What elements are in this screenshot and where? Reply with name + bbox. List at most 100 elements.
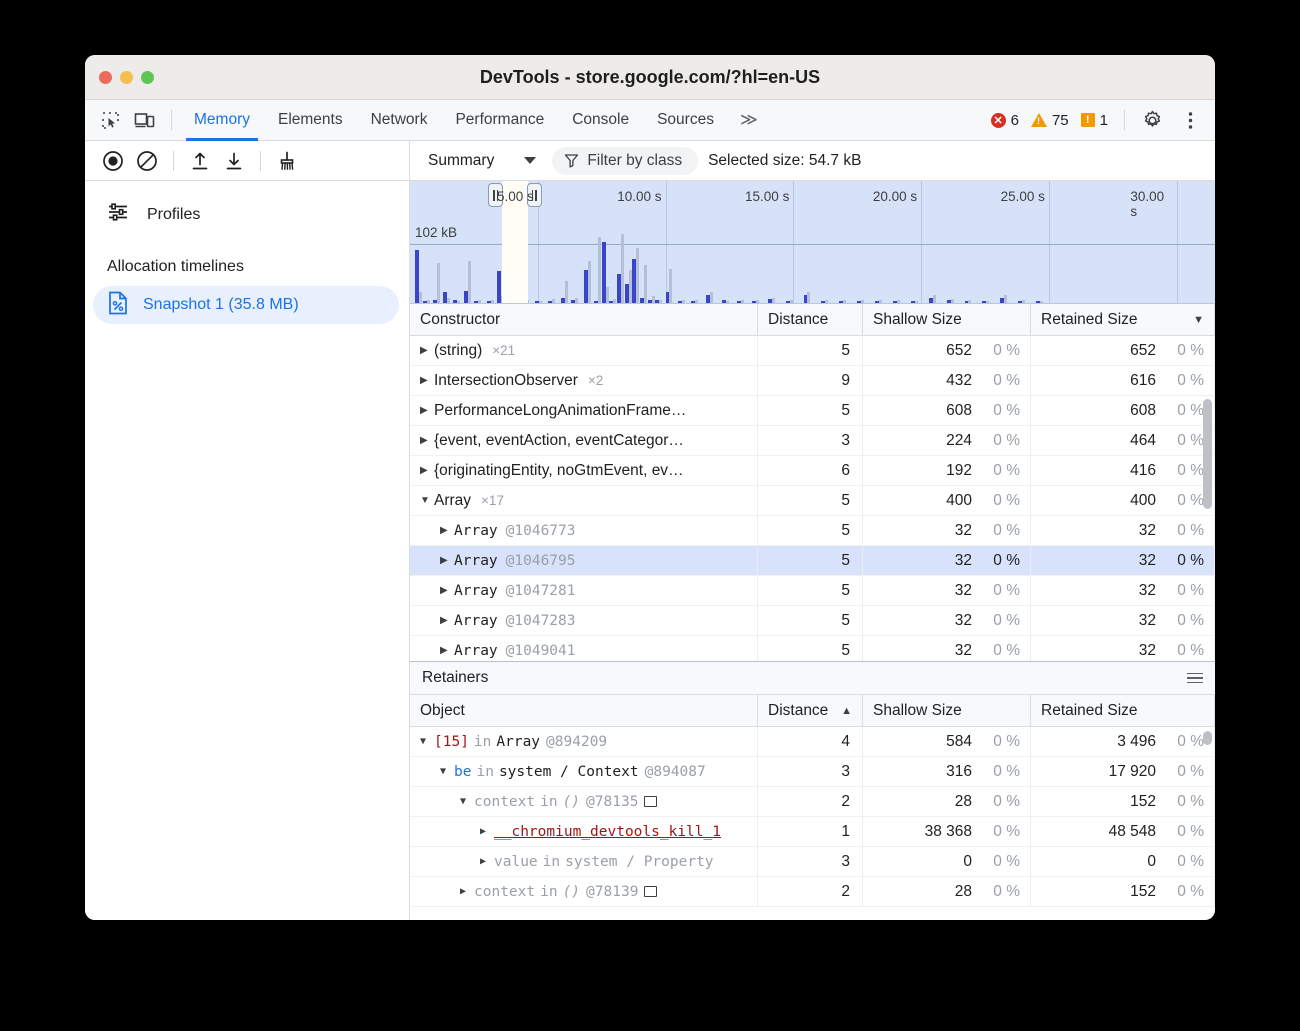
column-header-object[interactable]: Object (410, 695, 758, 726)
table-row[interactable]: ▼Array×1754000 %4000 % (410, 486, 1215, 516)
gear-icon[interactable] (1137, 107, 1167, 133)
retainer-property: context (474, 884, 535, 900)
shallow-value: 400 (946, 492, 972, 510)
expand-triangle-icon[interactable]: ▶ (480, 826, 494, 837)
retained-percent: 0 % (1170, 492, 1204, 510)
table-row[interactable]: ▶valueinsystem / Property300 %00 % (410, 847, 1215, 877)
upload-icon[interactable] (184, 147, 216, 175)
column-header-retained-size[interactable]: Retained Size ▼ (1031, 304, 1215, 335)
retained-value: 152 (1130, 793, 1156, 811)
overview-bar (1022, 300, 1025, 303)
filter-input[interactable]: Filter by class (552, 147, 698, 175)
minimize-window-button[interactable] (120, 71, 133, 84)
overview-bar (726, 301, 729, 303)
sidebar-item-snapshot-1[interactable]: Snapshot 1 (35.8 MB) (93, 286, 399, 324)
open-in-sources-icon[interactable] (644, 796, 657, 807)
cell-retained-size: 320 % (1031, 576, 1215, 605)
tab-memory[interactable]: Memory (180, 100, 264, 141)
sidebar-section-allocation-timelines: Allocation timelines (85, 236, 409, 282)
kebab-menu-icon[interactable] (1175, 107, 1205, 133)
column-header-constructor[interactable]: Constructor (410, 304, 758, 335)
collapse-triangle-icon[interactable]: ▼ (460, 796, 474, 807)
table-row[interactable]: ▼[15]inArray@89420945840 %3 4960 % (410, 727, 1215, 757)
cell-retained-size: 48 5480 % (1031, 817, 1215, 846)
tab-network[interactable]: Network (357, 100, 442, 141)
tab-console[interactable]: Console (558, 100, 643, 141)
broom-icon[interactable] (271, 147, 303, 175)
expand-triangle-icon[interactable]: ▶ (460, 886, 474, 897)
error-counter[interactable]: ✕ 6 (987, 112, 1023, 129)
expand-triangle-icon[interactable]: ▶ (420, 435, 434, 446)
table-row[interactable]: ▶{originatingEntity, noGtmEvent, ev…6192… (410, 456, 1215, 486)
tab-performance[interactable]: Performance (441, 100, 558, 141)
expand-triangle-icon[interactable]: ▶ (440, 525, 454, 536)
tab-sources[interactable]: Sources (643, 100, 728, 141)
collapse-triangle-icon[interactable]: ▼ (440, 766, 454, 777)
retained-percent: 0 % (1170, 402, 1204, 420)
record-icon[interactable] (97, 147, 129, 175)
expand-triangle-icon[interactable]: ▶ (440, 585, 454, 596)
table-row[interactable]: ▶Array@10472835320 %320 % (410, 606, 1215, 636)
collapse-triangle-icon[interactable]: ▼ (420, 736, 434, 747)
maximize-window-button[interactable] (141, 71, 154, 84)
download-icon[interactable] (218, 147, 250, 175)
view-type-value: Summary (428, 152, 494, 170)
table-row[interactable]: ▶(string)×2156520 %6520 % (410, 336, 1215, 366)
expand-triangle-icon[interactable]: ▶ (440, 645, 454, 656)
tab-elements[interactable]: Elements (264, 100, 357, 141)
table-row[interactable]: ▶Array@10467955320 %320 % (410, 546, 1215, 576)
warning-counter[interactable]: 75 (1027, 112, 1073, 129)
table-row[interactable]: ▶Array@10472815320 %320 % (410, 576, 1215, 606)
table-row[interactable]: ▶{event, eventAction, eventCategor…32240… (410, 426, 1215, 456)
retained-value: 608 (1130, 402, 1156, 420)
retained-value: 32 (1139, 582, 1156, 600)
overview-bar (843, 300, 846, 303)
constructor-scrollbar-thumb[interactable] (1203, 399, 1212, 509)
more-tabs-icon[interactable]: ≫ (728, 110, 770, 130)
table-row[interactable]: ▶contextin()@781392280 %1520 % (410, 877, 1215, 907)
shallow-value: 32 (955, 552, 972, 570)
view-type-select[interactable]: Summary (422, 149, 542, 173)
collapse-triangle-icon[interactable]: ▼ (420, 495, 434, 506)
table-row[interactable]: ▶IntersectionObserver×294320 %6160 % (410, 366, 1215, 396)
column-header-distance[interactable]: Distance ▲ (758, 695, 863, 726)
column-header-shallow-size[interactable]: Shallow Size (863, 695, 1031, 726)
expand-triangle-icon[interactable]: ▶ (440, 615, 454, 626)
retainers-scrollbar-thumb[interactable] (1203, 731, 1212, 745)
column-header-retained-size[interactable]: Retained Size (1031, 695, 1215, 726)
sidebar-header-profiles[interactable]: Profiles (85, 193, 409, 236)
instance-count: ×2 (588, 373, 603, 388)
overview-bar (825, 300, 828, 303)
info-count: 1 (1100, 112, 1108, 129)
expand-triangle-icon[interactable]: ▶ (480, 856, 494, 867)
column-header-distance[interactable]: Distance (758, 304, 863, 335)
shallow-value: 652 (946, 342, 972, 360)
table-row[interactable]: ▼contextin()@781352280 %1520 % (410, 787, 1215, 817)
retainers-menu-icon[interactable] (1187, 673, 1203, 684)
table-row[interactable]: ▶__chromium_devtools_kill_1138 3680 %48 … (410, 817, 1215, 847)
column-header-shallow-size[interactable]: Shallow Size (863, 304, 1031, 335)
allocation-timeline-overview[interactable]: 102 kB 5.00 s10.00 s15.00 s20.00 s25.00 … (410, 181, 1215, 304)
close-window-button[interactable] (99, 71, 112, 84)
table-row[interactable]: ▼beinsystem / Context@89408733160 %17 92… (410, 757, 1215, 787)
constructor-name: {originatingEntity, noGtmEvent, ev… (434, 462, 684, 480)
table-row[interactable]: ▶Array@10467735320 %320 % (410, 516, 1215, 546)
retained-percent: 0 % (1170, 372, 1204, 390)
expand-triangle-icon[interactable]: ▶ (420, 345, 434, 356)
expand-triangle-icon[interactable]: ▶ (420, 405, 434, 416)
expand-triangle-icon[interactable]: ▶ (420, 375, 434, 386)
inspect-element-icon[interactable] (95, 107, 125, 133)
overview-tick-label: 10.00 s (617, 189, 661, 204)
expand-triangle-icon[interactable]: ▶ (440, 555, 454, 566)
chevron-down-icon (524, 157, 536, 164)
open-in-sources-icon[interactable] (644, 886, 657, 897)
table-row[interactable]: ▶Array@10490415320 %320 % (410, 636, 1215, 661)
expand-triangle-icon[interactable]: ▶ (420, 465, 434, 476)
retainers-panel-header: Retainers (410, 661, 1215, 695)
table-row[interactable]: ▶PerformanceLongAnimationFrame…56080 %60… (410, 396, 1215, 426)
column-label: Object (420, 702, 465, 720)
retainers-grid-rows: ▼[15]inArray@89420945840 %3 4960 %▼beins… (410, 727, 1215, 920)
info-counter[interactable]: ! 1 (1077, 112, 1112, 129)
device-toolbar-icon[interactable] (129, 107, 159, 133)
clear-icon[interactable] (131, 147, 163, 175)
